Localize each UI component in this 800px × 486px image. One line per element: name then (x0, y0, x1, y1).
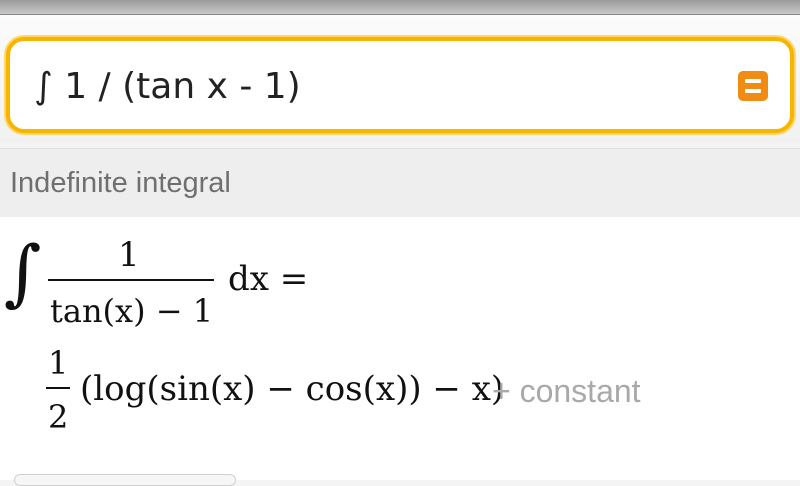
constant-term: + constant (492, 373, 641, 409)
result-expression: (log(sin(x) − cos(x)) − x) (80, 369, 505, 409)
next-pod-button-edge[interactable] (14, 474, 236, 486)
pod-content: ∫ 1 tan(x) − 1 dx = 1 2 (log(sin(x) − co… (0, 217, 800, 480)
coefficient-numerator: 1 (48, 344, 69, 382)
equals-icon-bar (745, 89, 761, 93)
top-toolbar-edge (0, 0, 800, 15)
integrand-numerator: 1 (118, 235, 140, 275)
differential: dx = (228, 259, 309, 299)
coefficient-denominator: 2 (48, 398, 69, 436)
fraction-bar (48, 279, 214, 281)
coefficient-fraction-bar (46, 387, 70, 389)
search-area (0, 15, 800, 143)
integral-sign: ∫ (4, 230, 42, 314)
pod-header: Indefinite integral (0, 148, 800, 218)
compute-button[interactable] (738, 71, 768, 101)
pod-title: Indefinite integral (10, 167, 231, 199)
query-box[interactable] (6, 37, 794, 133)
integrand-denominator: tan(x) − 1 (50, 292, 214, 330)
equals-icon (745, 79, 761, 83)
query-input[interactable] (34, 61, 714, 111)
